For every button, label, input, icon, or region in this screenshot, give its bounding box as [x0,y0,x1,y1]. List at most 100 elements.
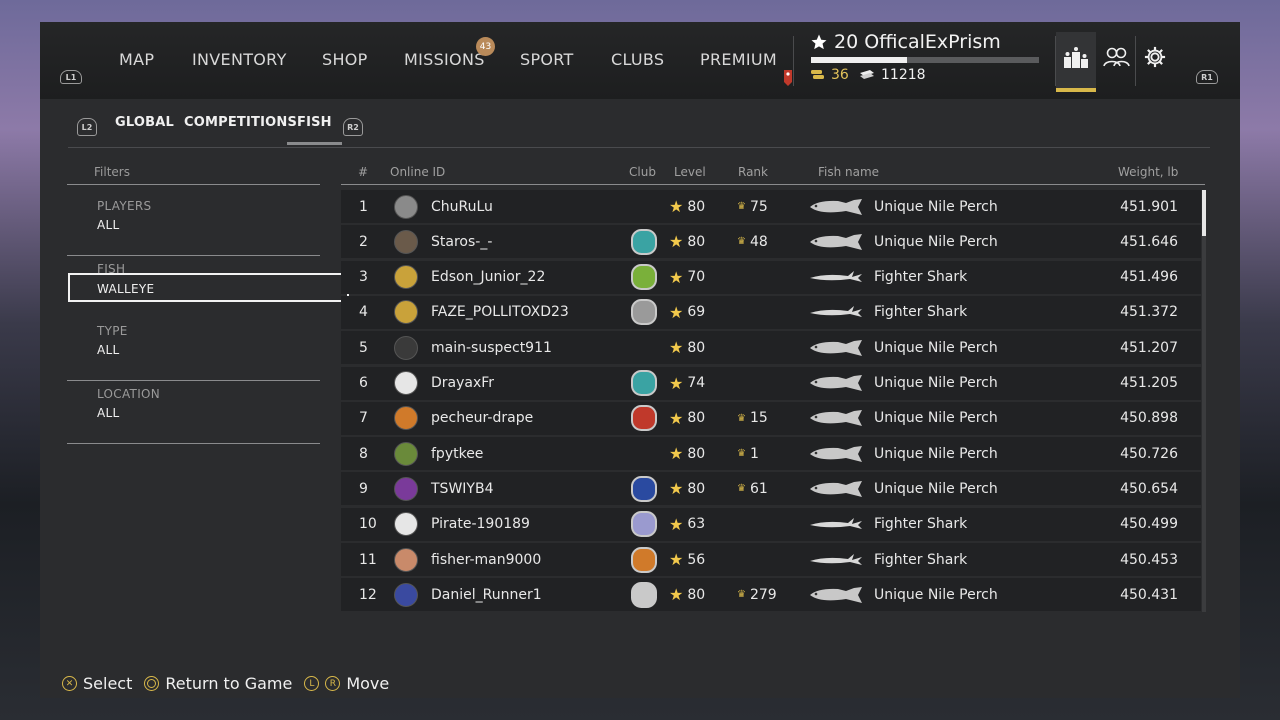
row-position: 2 [359,233,368,250]
rank-medal-icon: ♛ [737,412,746,424]
table-row[interactable]: 7 pecheur-drape ★ 80 ♛ 15 Unique Nile Perc… [341,401,1201,435]
row-rank: 279 [749,586,777,603]
row-online-id: fisher-man9000 [431,551,542,568]
nav-missions[interactable]: MISSIONS [404,50,485,69]
col-header-club: Club [629,165,656,179]
table-row[interactable]: 4 FAZE_POLLITOXD23 ★ 69 Fighter Shark 451… [341,295,1201,329]
row-online-id: Daniel_Runner1 [431,586,542,603]
l2-trigger-hint: L2 [77,118,97,136]
row-weight: 451.372 [1120,304,1178,321]
row-rank-cell: ♛ 48 [737,225,768,258]
player-avatar [394,225,418,258]
filter-fish-value: WALLEYE [97,282,155,296]
r-stick-icon: R [325,676,341,691]
col-header-online-id: Online ID [390,165,446,179]
row-level: ★ 80 [669,578,705,611]
nile-perch-icon [810,480,862,497]
table-row[interactable]: 2 Staros-_- ★ 80 ♛ 48 Unique Nile Perch 45… [341,225,1201,259]
table-row[interactable]: 9 TSWIYB4 ★ 80 ♛ 61 Unique Nile Perch 450.… [341,472,1201,506]
club-emblem-icon [631,264,657,291]
top-navigation-bar: L1 MAP INVENTORY SHOP MISSIONS 43 SPORT … [40,22,1240,99]
nav-map[interactable]: MAP [119,50,154,69]
row-fish-name: Fighter Shark [874,269,968,286]
row-club [631,367,657,400]
table-row[interactable]: 12 Daniel_Runner1 ★ 80 ♛ 279 Unique Nile P… [341,578,1201,612]
row-level: ★ 80 [669,402,705,435]
table-row[interactable]: 6 DrayaxFr ★ 74 Unique Nile Perch 451.205 [341,366,1201,400]
nile-perch-icon [810,445,862,462]
row-level-value: 80 [687,339,706,356]
nav-clubs[interactable]: CLUBS [611,50,664,69]
nile-perch-icon [810,410,862,427]
row-fish-name: Unique Nile Perch [874,339,998,356]
nile-perch-icon [810,339,862,356]
filters-header-line [67,184,320,185]
fish-image [808,225,864,258]
avatar [394,229,418,254]
credits-icon [860,70,874,79]
row-position: 9 [359,480,368,497]
player-avatar [394,508,418,541]
nav-premium[interactable]: PREMIUM [700,50,777,69]
gear-icon [1144,46,1166,68]
row-weight: 450.453 [1120,551,1178,568]
tab-competitions[interactable]: COMPETITIONS [184,115,297,130]
filter-type[interactable]: TYPE ALL [67,324,320,381]
avatar [394,547,418,572]
row-level: ★ 80 [669,225,705,258]
leaderboard-panel: L1 MAP INVENTORY SHOP MISSIONS 43 SPORT … [40,22,1240,698]
table-row[interactable]: 10 Pirate-190189 ★ 63 Fighter Shark 450.4… [341,507,1201,541]
table-row[interactable]: 11 fisher-man9000 ★ 56 Fighter Shark 450.… [341,543,1201,576]
row-weight: 451.901 [1120,198,1178,215]
table-scrollbar[interactable] [1202,190,1206,612]
nav-sport[interactable]: SPORT [520,50,574,69]
row-weight: 451.207 [1120,339,1178,356]
friends-button[interactable] [1096,32,1136,92]
club-emblem-icon [631,370,657,396]
row-position: 5 [359,339,368,356]
player-avatar [394,367,418,400]
row-club [631,578,657,611]
row-level-value: 63 [687,516,706,533]
filter-fish[interactable]: FISH WALLEYE [67,262,349,319]
col-header-fish-name: Fish name [818,165,880,179]
shark-icon [810,306,862,318]
col-header-weight: Weight, lb [1118,165,1179,179]
leaderboard-button[interactable] [1056,32,1096,92]
club-emblem-icon [631,299,657,326]
player-name: 20 OfficalExPrism [810,31,1001,53]
hint-move: Move [346,674,390,693]
row-level: ★ 80 [669,331,705,364]
row-level: ★ 70 [669,261,705,294]
table-row[interactable]: 1 ChuRuLu ★ 80 ♛ 75 Unique Nile Perch 451.… [341,190,1201,223]
filter-players[interactable]: PLAYERS ALL [67,199,320,256]
row-position: 4 [359,304,368,321]
filter-type-value: ALL [97,343,120,357]
filter-location[interactable]: LOCATION ALL [67,387,320,444]
nav-inventory[interactable]: INVENTORY [192,50,287,69]
tab-global[interactable]: GLOBAL [115,115,174,130]
row-position: 11 [359,551,377,568]
leaderboard-icon [1064,47,1088,68]
row-position: 12 [359,586,377,603]
table-row[interactable]: 5 main-suspect911 ★ 80 Unique Nile Perch … [341,331,1201,365]
filter-divider [67,255,320,256]
settings-button[interactable] [1135,32,1175,92]
row-online-id: fpytkee [431,445,484,462]
table-row[interactable]: 3 Edson_Junior_22 ★ 70 Fighter Shark 451.… [341,260,1201,294]
table-row[interactable]: 8 fpytkee ★ 80 ♛ 1 Unique Nile Perch 450.7… [341,437,1201,471]
row-online-id: pecheur-drape [431,410,534,427]
nav-shop[interactable]: SHOP [322,50,368,69]
level-star-icon [811,34,827,50]
level-star-icon: ★ [669,514,684,534]
level-star-icon: ★ [669,197,684,216]
tab-fish[interactable]: FISH [287,115,342,145]
filter-location-label: LOCATION [97,387,161,401]
row-fish-name: Unique Nile Perch [874,445,998,462]
rank-medal-icon: ♛ [737,236,746,248]
row-weight: 450.499 [1120,516,1178,533]
scrollbar-thumb[interactable] [1202,190,1206,236]
row-rank: 48 [749,233,768,250]
level-star-icon: ★ [669,444,684,464]
row-level: ★ 80 [669,437,705,470]
